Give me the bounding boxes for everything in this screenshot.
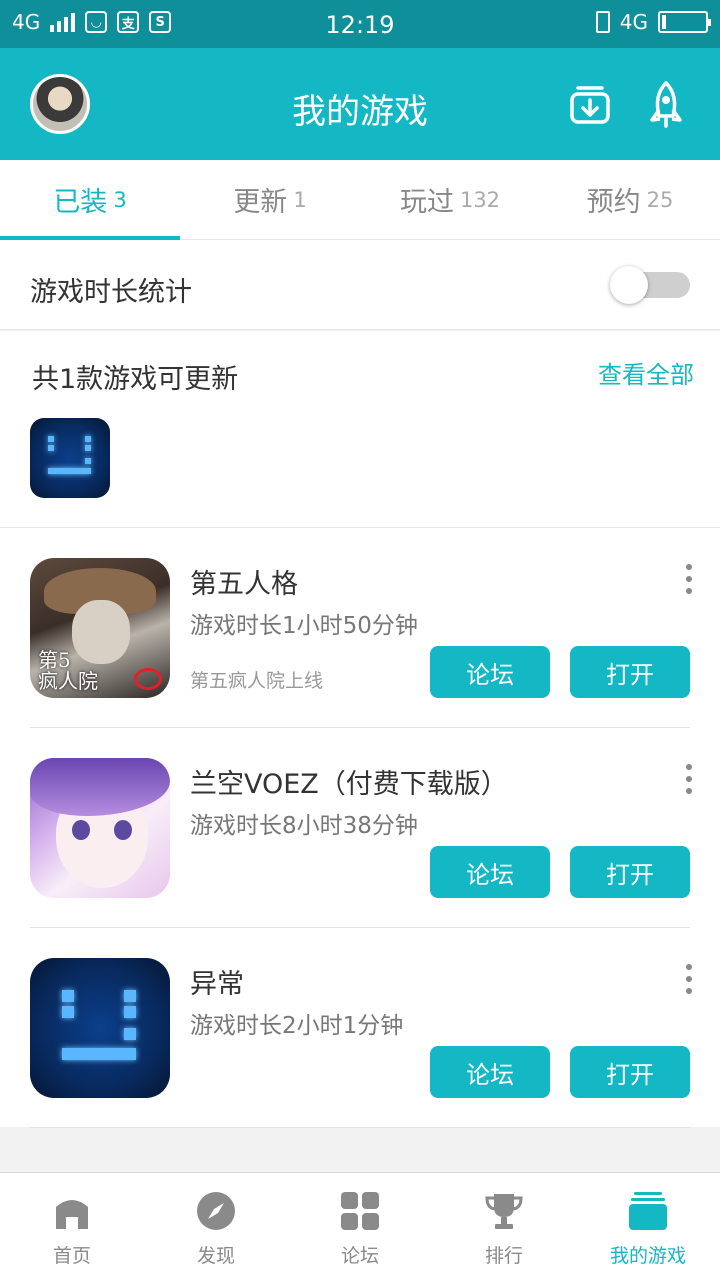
nav-label: 我的游戏	[609, 1245, 686, 1267]
game-playtime: 游戏时长8小时38分钟	[190, 813, 418, 839]
nav-label: 排行	[484, 1245, 523, 1267]
bottom-nav: 首页 发现 论坛 排行 我的游戏	[0, 1172, 720, 1280]
toggle-knob	[610, 266, 648, 304]
more-options-icon[interactable]	[684, 564, 694, 594]
tab-updates[interactable]: 更新 1	[180, 160, 360, 239]
nav-home[interactable]: 首页	[0, 1173, 144, 1280]
tab-label: 更新	[233, 187, 288, 218]
view-all-link[interactable]: 查看全部	[598, 355, 694, 390]
trophy-icon	[485, 1194, 523, 1229]
game-name: 第五人格	[190, 569, 298, 600]
game-playtime: 游戏时长1小时50分钟	[190, 613, 418, 639]
more-options-icon[interactable]	[684, 764, 694, 794]
compass-icon	[197, 1192, 235, 1230]
nav-label: 论坛	[340, 1245, 379, 1267]
tab-played[interactable]: 玩过 132	[360, 160, 540, 239]
tab-reserved[interactable]: 预约 25	[540, 160, 720, 239]
forum-button[interactable]: 论坛	[430, 1046, 550, 1098]
status-bar: 4G ◡ 支 S 12:19 4G	[0, 0, 720, 48]
grid-icon	[341, 1192, 379, 1230]
nav-my-games[interactable]: 我的游戏	[576, 1173, 720, 1280]
update-game-icon[interactable]	[30, 418, 110, 498]
tab-count: 25	[646, 187, 674, 212]
open-button[interactable]: 打开	[570, 1046, 690, 1098]
forum-button[interactable]: 论坛	[430, 646, 550, 698]
game-note: 第五疯人院上线	[190, 670, 324, 692]
rocket-icon	[650, 81, 682, 128]
game-icon[interactable]	[30, 758, 170, 898]
nav-label: 首页	[52, 1245, 91, 1267]
download-box-icon	[570, 86, 610, 124]
vibrate-icon	[595, 11, 610, 33]
tab-count: 3	[113, 187, 127, 212]
download-manager-button[interactable]	[566, 80, 614, 128]
game-name: 兰空VOEZ（付费下载版）	[190, 769, 508, 800]
tab-bar: 已装 3 更新 1 玩过 132 预约 25	[0, 160, 720, 240]
forum-button[interactable]: 论坛	[430, 846, 550, 898]
more-options-icon[interactable]	[684, 964, 694, 994]
tab-count: 1	[293, 187, 307, 212]
open-button[interactable]: 打开	[570, 646, 690, 698]
battery-icon	[658, 11, 711, 33]
game-icon[interactable]: 第5 疯人院	[30, 558, 170, 698]
nav-discover[interactable]: 发现	[144, 1173, 288, 1280]
tab-installed[interactable]: 已装 3	[0, 160, 180, 240]
network-type-right: 4G	[619, 10, 648, 34]
netease-logo-icon	[134, 668, 162, 690]
app-header: 我的游戏	[0, 48, 720, 160]
game-item: 异常 游戏时长2小时1分钟 论坛 打开	[0, 928, 720, 1128]
updates-section: 共1款游戏可更新 查看全部	[0, 331, 720, 527]
playtime-stats-label: 游戏时长统计	[30, 277, 192, 308]
game-item: 第5 疯人院 第五人格 游戏时长1小时50分钟 第五疯人院上线 论坛 打开	[0, 528, 720, 728]
nav-label: 发现	[196, 1245, 235, 1267]
home-icon	[56, 1200, 88, 1229]
speed-up-button[interactable]	[642, 80, 690, 128]
tab-label: 预约	[586, 187, 641, 218]
game-name: 异常	[190, 969, 244, 1000]
game-item: 兰空VOEZ（付费下载版） 游戏时长8小时38分钟 论坛 打开	[0, 728, 720, 928]
stack-icon	[629, 1192, 667, 1230]
icon-caption-bottom: 疯人院	[38, 669, 98, 693]
updates-title: 共1款游戏可更新	[32, 364, 239, 395]
playtime-stats-toggle[interactable]	[610, 266, 690, 304]
tab-label: 已装	[53, 187, 108, 218]
playtime-stats-row: 游戏时长统计	[0, 240, 720, 330]
game-icon[interactable]	[30, 958, 170, 1098]
tab-label: 玩过	[399, 187, 454, 218]
nav-forum[interactable]: 论坛	[288, 1173, 432, 1280]
nav-ranking[interactable]: 排行	[432, 1173, 576, 1280]
tab-count: 132	[459, 187, 501, 212]
installed-games-list: 第5 疯人院 第五人格 游戏时长1小时50分钟 第五疯人院上线 论坛 打开 兰空V…	[0, 527, 720, 1128]
game-playtime: 游戏时长2小时1分钟	[190, 1013, 404, 1039]
divider	[30, 1127, 690, 1128]
open-button[interactable]: 打开	[570, 846, 690, 898]
